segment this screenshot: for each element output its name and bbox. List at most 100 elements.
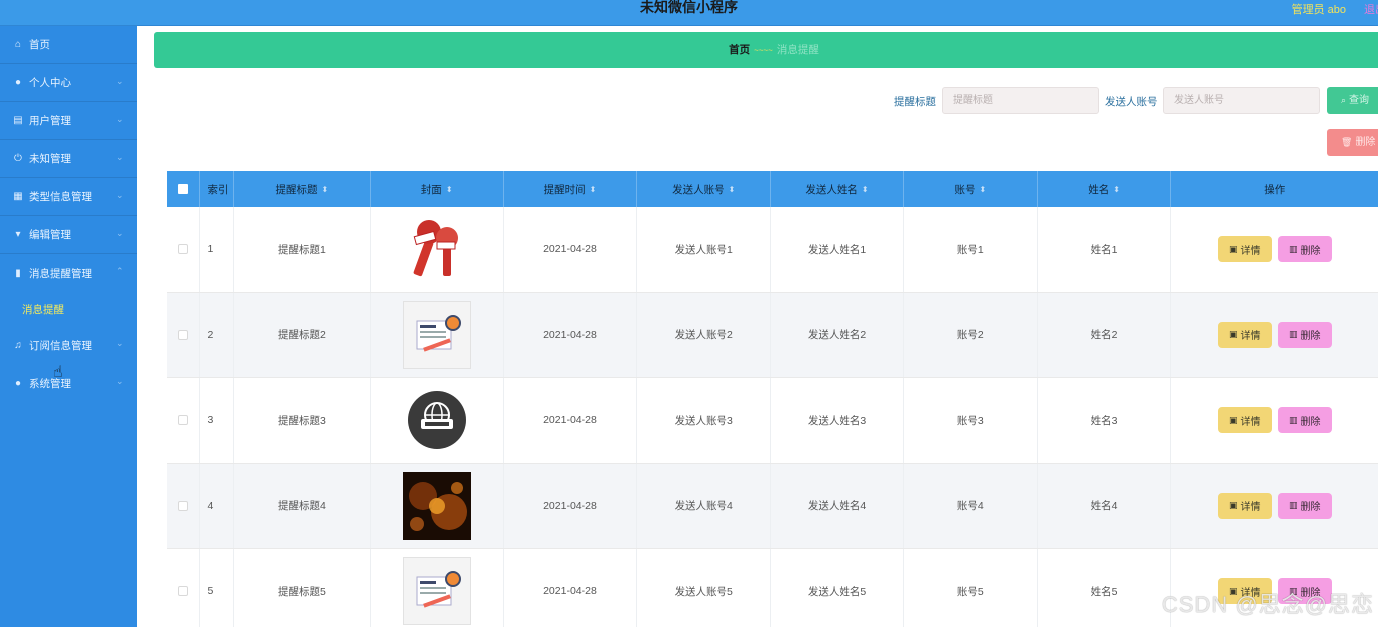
- row-sender-name: 发送人姓名1: [771, 207, 904, 292]
- table-header: 索引 提醒标题 ⬍ 封面 ⬍ 提醒时间 ⬍ 发送人账号 ⬍ 发送人姓名 ⬍ 账号 ⬍ 姓名 ⬍…: [167, 171, 1378, 207]
- row-checkbox-cell: [167, 207, 201, 292]
- trash-icon: ▥: [1288, 243, 1298, 254]
- grid-icon: ▦: [13, 191, 23, 202]
- delete-label: 删除: [1300, 245, 1321, 257]
- row-sender-account: 发送人账号1: [637, 207, 772, 292]
- detail-label: 详情: [1240, 502, 1261, 514]
- sidebar-item-label: 系统管理: [29, 377, 71, 390]
- detail-label: 详情: [1240, 331, 1261, 343]
- row-sender-account: 发送人账号3: [637, 378, 772, 463]
- col-account[interactable]: 账号 ⬍: [904, 171, 1038, 207]
- sidebar-item-label: 未知管理: [29, 153, 71, 165]
- sort-icon: ⬍: [1113, 184, 1120, 194]
- row-checkbox[interactable]: [178, 329, 189, 340]
- row-checkbox-cell: [167, 463, 201, 548]
- sidebar-item-home[interactable]: ⌂ 首页: [0, 26, 137, 64]
- delete-label: 删除: [1300, 416, 1321, 428]
- row-name: 姓名1: [1038, 207, 1172, 292]
- row-account: 账号5: [904, 549, 1038, 627]
- batch-delete-button[interactable]: 🗑 删除: [1327, 129, 1378, 156]
- row-actions: ▣ 详情 ▥ 删除: [1171, 464, 1378, 549]
- row-index: 1: [200, 207, 235, 292]
- delete-button[interactable]: ▥ 删除: [1277, 492, 1332, 519]
- col-cover[interactable]: 封面 ⬍: [371, 171, 504, 207]
- table-row: 1 提醒标题1 2021-04-28 发送人账号1 发送人姓名1 账号1 姓名1…: [167, 207, 1378, 293]
- row-cover-cell: [371, 463, 504, 548]
- trash-icon: 🗑: [1341, 137, 1353, 147]
- col-time-label: 提醒时间: [543, 183, 586, 196]
- delete-button[interactable]: ▥ 删除: [1277, 321, 1332, 348]
- title-search-input[interactable]: 提醒标题: [942, 87, 1099, 114]
- sidebar-item-users[interactable]: ▤ 用户管理 ⌄: [0, 102, 137, 140]
- sidebar-item-edit[interactable]: ▾ 编辑管理 ⌄: [0, 216, 137, 254]
- chevron-down-icon: ⌄: [116, 151, 124, 162]
- main-content: 首页 ~~~~ 消息提醒 提醒标题 提醒标题 发送人账号 发送人账号 ⌕ 查询 🗑 删除…: [137, 26, 1378, 627]
- col-account-label: 账号: [954, 183, 976, 196]
- row-checkbox[interactable]: [178, 500, 189, 511]
- logout-link[interactable]: 退出: [1364, 1, 1378, 17]
- table-row: 2 提醒标题2 2021-04-28 发送人账号2 发送人姓名2 账号2 姓名2…: [167, 292, 1378, 378]
- row-account: 账号1: [904, 207, 1038, 292]
- col-sender-name[interactable]: 发送人姓名 ⬍: [771, 171, 904, 207]
- row-cover-cell: [371, 292, 504, 377]
- sidebar-item-system[interactable]: ● 系统管理 ⌄: [0, 364, 137, 402]
- row-cover-cell: [371, 549, 504, 627]
- row-checkbox[interactable]: [178, 415, 189, 426]
- sidebar-item-unknown[interactable]: ⏻ 未知管理 ⌄: [0, 140, 137, 178]
- bell-icon: ♫: [14, 339, 22, 351]
- detail-button[interactable]: ▣ 详情: [1217, 492, 1272, 519]
- row-time: 2021-04-28: [504, 207, 638, 292]
- row-sender-name: 发送人姓名4: [771, 463, 904, 548]
- sort-icon: ⬍: [321, 184, 329, 194]
- sidebar-item-label: 类型信息管理: [29, 191, 92, 203]
- csdn-watermark: CSDN @思念@思恋: [1161, 592, 1374, 617]
- sidebar-item-reminders[interactable]: ▮ 消息提醒管理 ⌃: [0, 254, 137, 292]
- delete-button[interactable]: ▥ 删除: [1277, 236, 1332, 263]
- detail-button[interactable]: ▣ 详情: [1217, 321, 1272, 348]
- delete-button[interactable]: ▥ 删除: [1277, 407, 1332, 434]
- select-all-cell: [167, 171, 201, 207]
- sidebar: ⌂ 首页 ● 个人中心 ⌄ ▤ 用户管理 ⌄ ⏻ 未知管理 ⌄ ▦ 类型信息管理…: [0, 26, 137, 627]
- sidebar-item-profile[interactable]: ● 个人中心 ⌄: [0, 64, 137, 102]
- col-sender-account[interactable]: 发送人账号 ⬍: [637, 171, 772, 207]
- sidebar-subitem-reminder[interactable]: 消息提醒: [0, 292, 137, 326]
- row-time: 2021-04-28: [504, 549, 638, 627]
- col-title[interactable]: 提醒标题 ⬍: [234, 171, 371, 207]
- sidebar-item-subscriptions[interactable]: ♫ 订阅信息管理 ⌄: [0, 326, 137, 364]
- row-checkbox[interactable]: [178, 586, 189, 597]
- row-checkbox-cell: [167, 549, 201, 627]
- user-icon: ●: [14, 77, 22, 88]
- top-bar: 未知微信小程序 管理员 abo 退出: [0, 0, 1378, 26]
- reminder-table: 索引 提醒标题 ⬍ 封面 ⬍ 提醒时间 ⬍ 发送人账号 ⬍ 发送人姓名 ⬍ 账号 ⬍ 姓名 ⬍…: [167, 171, 1378, 627]
- news-paper-image: [402, 557, 471, 626]
- row-sender-account: 发送人账号4: [637, 463, 772, 548]
- col-time[interactable]: 提醒时间 ⬍: [504, 171, 638, 207]
- title-label: 提醒标题: [894, 96, 936, 108]
- col-name[interactable]: 姓名 ⬍: [1038, 171, 1172, 207]
- detail-button[interactable]: ▣ 详情: [1217, 407, 1272, 434]
- select-all-checkbox[interactable]: [178, 184, 189, 194]
- breadcrumb-home[interactable]: 首页: [729, 44, 750, 56]
- power-icon: ⏻: [14, 153, 22, 164]
- account-search-input[interactable]: 发送人账号: [1163, 87, 1320, 114]
- account-label: 发送人账号: [1105, 96, 1158, 108]
- row-index: 2: [200, 292, 235, 377]
- chevron-down-icon: ⌄: [116, 75, 124, 86]
- search-icon: ⌕: [1341, 95, 1347, 105]
- document-icon: ▣: [1228, 500, 1238, 511]
- delete-label: 删除: [1300, 331, 1321, 343]
- query-button[interactable]: ⌕ 查询: [1327, 87, 1378, 114]
- sidebar-item-label: 用户管理: [29, 115, 71, 127]
- dark-fire-image: [402, 471, 471, 540]
- row-name: 姓名2: [1038, 292, 1172, 377]
- sidebar-item-label: 消息提醒管理: [29, 267, 92, 280]
- row-checkbox-cell: [167, 378, 201, 463]
- row-checkbox[interactable]: [178, 244, 189, 255]
- sidebar-item-types[interactable]: ▦ 类型信息管理 ⌄: [0, 178, 137, 216]
- batch-delete-label: 删除: [1355, 137, 1376, 148]
- row-title: 提醒标题5: [234, 549, 371, 627]
- col-title-label: 提醒标题: [275, 183, 318, 196]
- col-index-label: 索引: [207, 183, 229, 196]
- detail-button[interactable]: ▣ 详情: [1217, 236, 1272, 263]
- row-title: 提醒标题3: [234, 378, 371, 463]
